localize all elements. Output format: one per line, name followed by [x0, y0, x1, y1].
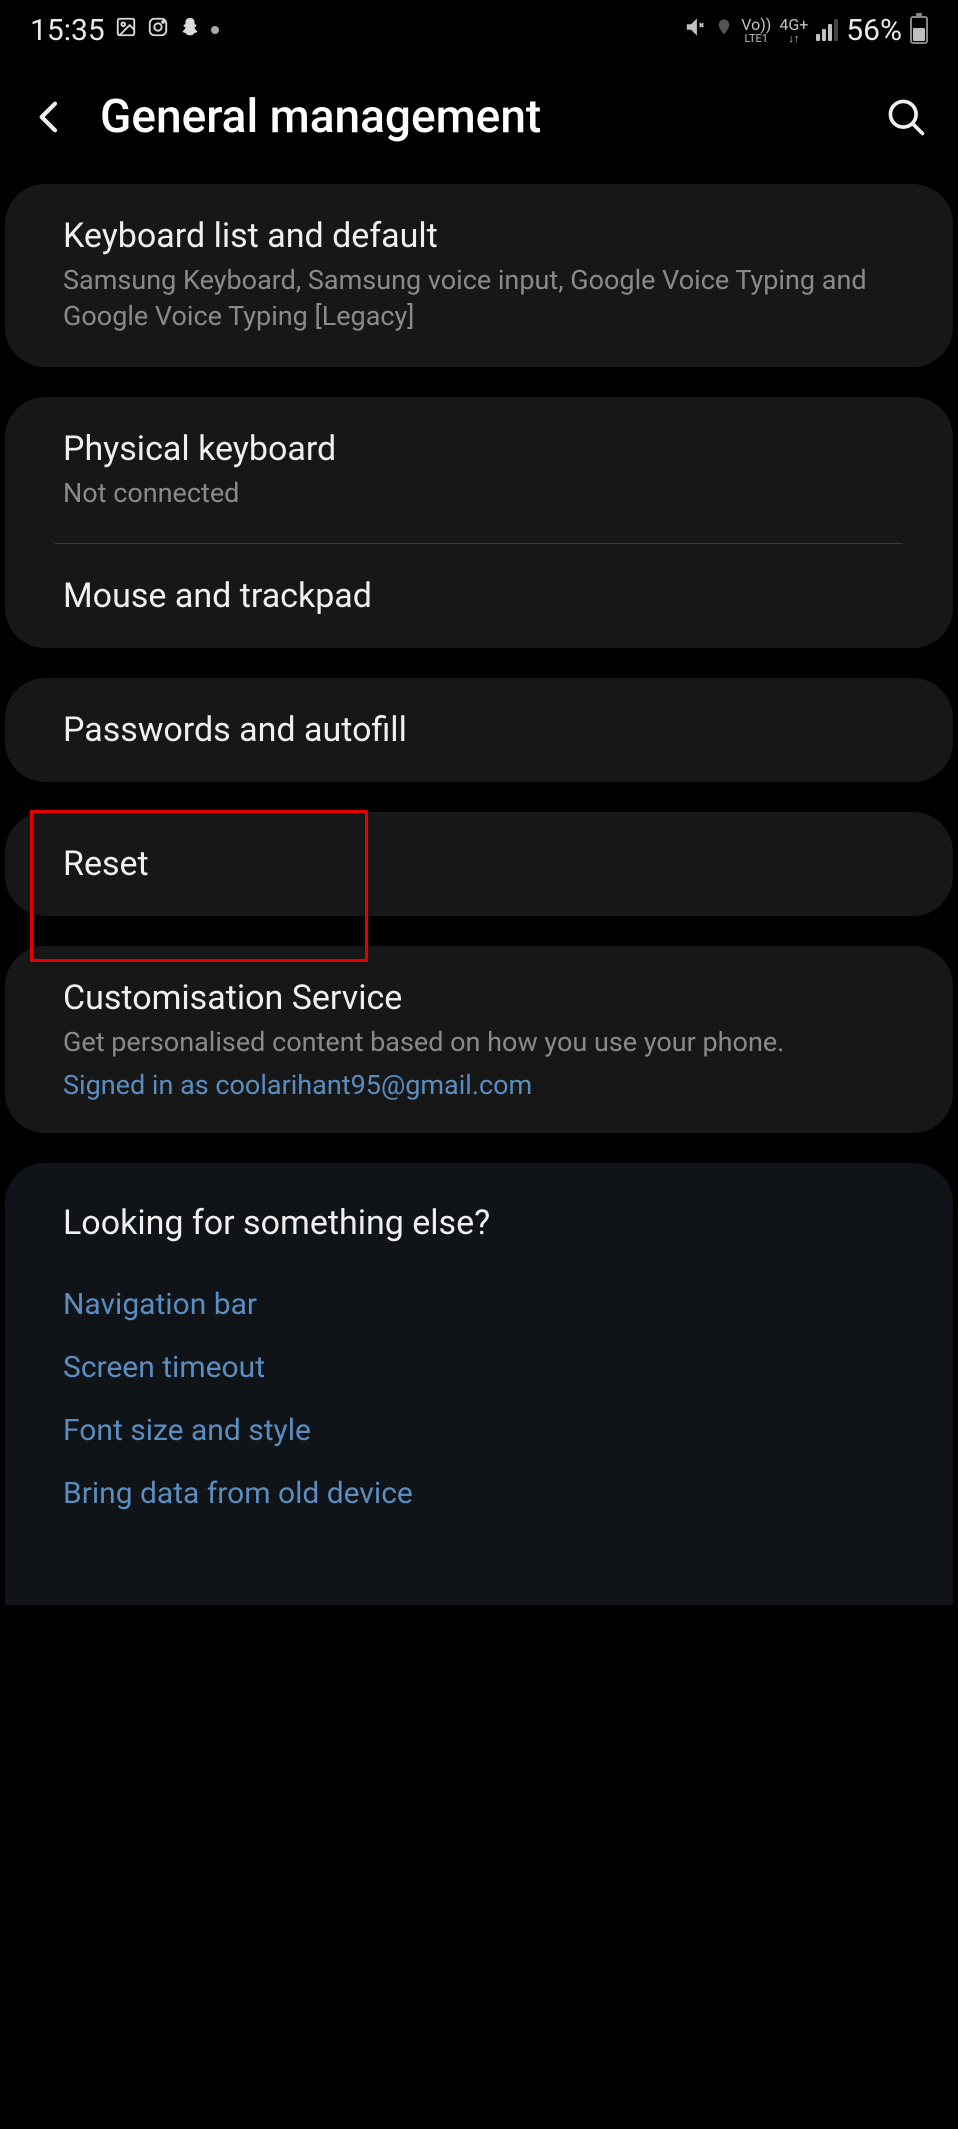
- setting-title: Passwords and autofill: [63, 710, 895, 750]
- battery-percent: 56%: [846, 13, 902, 48]
- card-input-devices: Physical keyboard Not connected Mouse an…: [5, 397, 953, 648]
- search-icon[interactable]: [884, 95, 928, 139]
- setting-keyboard-list[interactable]: Keyboard list and default Samsung Keyboa…: [5, 184, 953, 367]
- setting-mouse-trackpad[interactable]: Mouse and trackpad: [5, 544, 953, 648]
- setting-physical-keyboard[interactable]: Physical keyboard Not connected: [5, 397, 953, 543]
- setting-title: Physical keyboard: [63, 429, 895, 469]
- setting-reset[interactable]: Reset: [5, 812, 953, 916]
- setting-title: Mouse and trackpad: [63, 576, 895, 616]
- link-navigation-bar[interactable]: Navigation bar: [5, 1273, 953, 1336]
- page-header: General management: [0, 60, 958, 184]
- setting-subtitle: Get personalised content based on how yo…: [63, 1024, 895, 1060]
- back-icon[interactable]: [30, 97, 70, 137]
- network-4g-icon: 4G+ ↓↑: [779, 17, 808, 44]
- setting-link: Signed in as coolarihant95@gmail.com: [63, 1069, 895, 1101]
- status-left: 15:35: [30, 13, 219, 48]
- looking-for-header: Looking for something else?: [5, 1163, 953, 1273]
- status-right: Vo)) LTE1 4G+ ↓↑ 56%: [685, 13, 928, 48]
- dot-icon: [211, 26, 219, 34]
- mute-icon: [685, 16, 707, 44]
- setting-title: Keyboard list and default: [63, 216, 895, 256]
- link-font-size-style[interactable]: Font size and style: [5, 1399, 953, 1462]
- setting-passwords-autofill[interactable]: Passwords and autofill: [5, 678, 953, 782]
- card-passwords: Passwords and autofill: [5, 678, 953, 782]
- location-icon: [715, 16, 733, 44]
- instagram-icon: [147, 16, 169, 44]
- setting-title: Reset: [63, 844, 895, 884]
- snapchat-icon: [179, 16, 201, 44]
- status-bar: 15:35 Vo)) LTE1 4G+ ↓↑ 56%: [0, 0, 958, 60]
- status-time: 15:35: [30, 13, 105, 48]
- content: Keyboard list and default Samsung Keyboa…: [0, 184, 958, 1605]
- setting-subtitle: Not connected: [63, 475, 895, 511]
- card-customisation: Customisation Service Get personalised c…: [5, 946, 953, 1132]
- link-bring-data[interactable]: Bring data from old device: [5, 1462, 953, 1525]
- card-reset: Reset: [5, 812, 953, 916]
- setting-subtitle: Samsung Keyboard, Samsung voice input, G…: [63, 262, 895, 335]
- setting-title: Customisation Service: [63, 978, 895, 1018]
- battery-icon: [910, 16, 928, 44]
- network-lte-icon: Vo)) LTE1: [741, 17, 771, 44]
- card-looking-for: Looking for something else? Navigation b…: [5, 1163, 953, 1605]
- setting-customisation-service[interactable]: Customisation Service Get personalised c…: [5, 946, 953, 1132]
- gallery-icon: [115, 16, 137, 44]
- card-keyboard: Keyboard list and default Samsung Keyboa…: [5, 184, 953, 367]
- link-screen-timeout[interactable]: Screen timeout: [5, 1336, 953, 1399]
- signal-icon: [816, 19, 838, 41]
- page-title: General management: [100, 90, 854, 144]
